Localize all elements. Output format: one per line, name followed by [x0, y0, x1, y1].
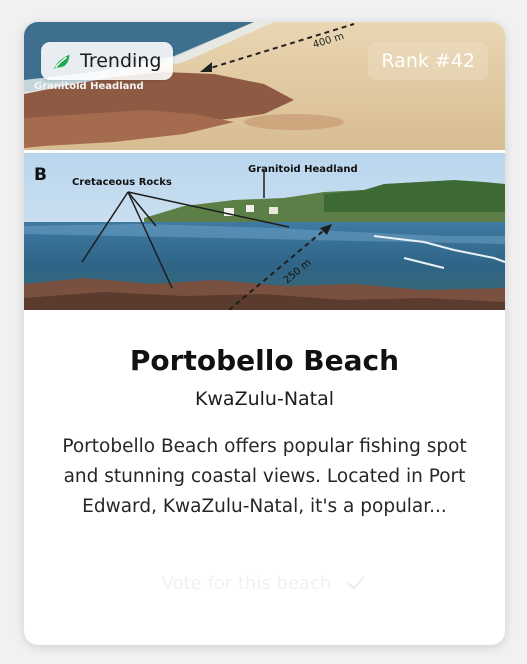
vote-button[interactable]: Vote for this beach [144, 562, 385, 604]
trending-badge: Trending [41, 42, 174, 80]
beach-card[interactable]: 400 m Granitoid Headland 250 m B Cretace… [24, 22, 505, 645]
photo-label-rocks: Cretaceous Rocks [72, 177, 172, 188]
photo-panel-letter: B [34, 165, 47, 185]
check-icon [348, 576, 365, 590]
beach-description: Portobello Beach offers popular fishing … [62, 436, 467, 517]
leaf-icon [53, 54, 70, 70]
photo-label-headland-top: Granitoid Headland [34, 81, 144, 92]
beach-title: Portobello Beach [129, 344, 400, 377]
trending-label: Trending [80, 50, 162, 72]
rank-badge: Rank #42 [368, 42, 488, 80]
photo-label-headland: Granitoid Headland [248, 164, 358, 175]
beach-region: KwaZulu-Natal [194, 388, 335, 410]
beach-photo: 400 m Granitoid Headland 250 m B Cretace… [24, 22, 505, 310]
vote-button-label: Vote for this beach [161, 572, 332, 594]
